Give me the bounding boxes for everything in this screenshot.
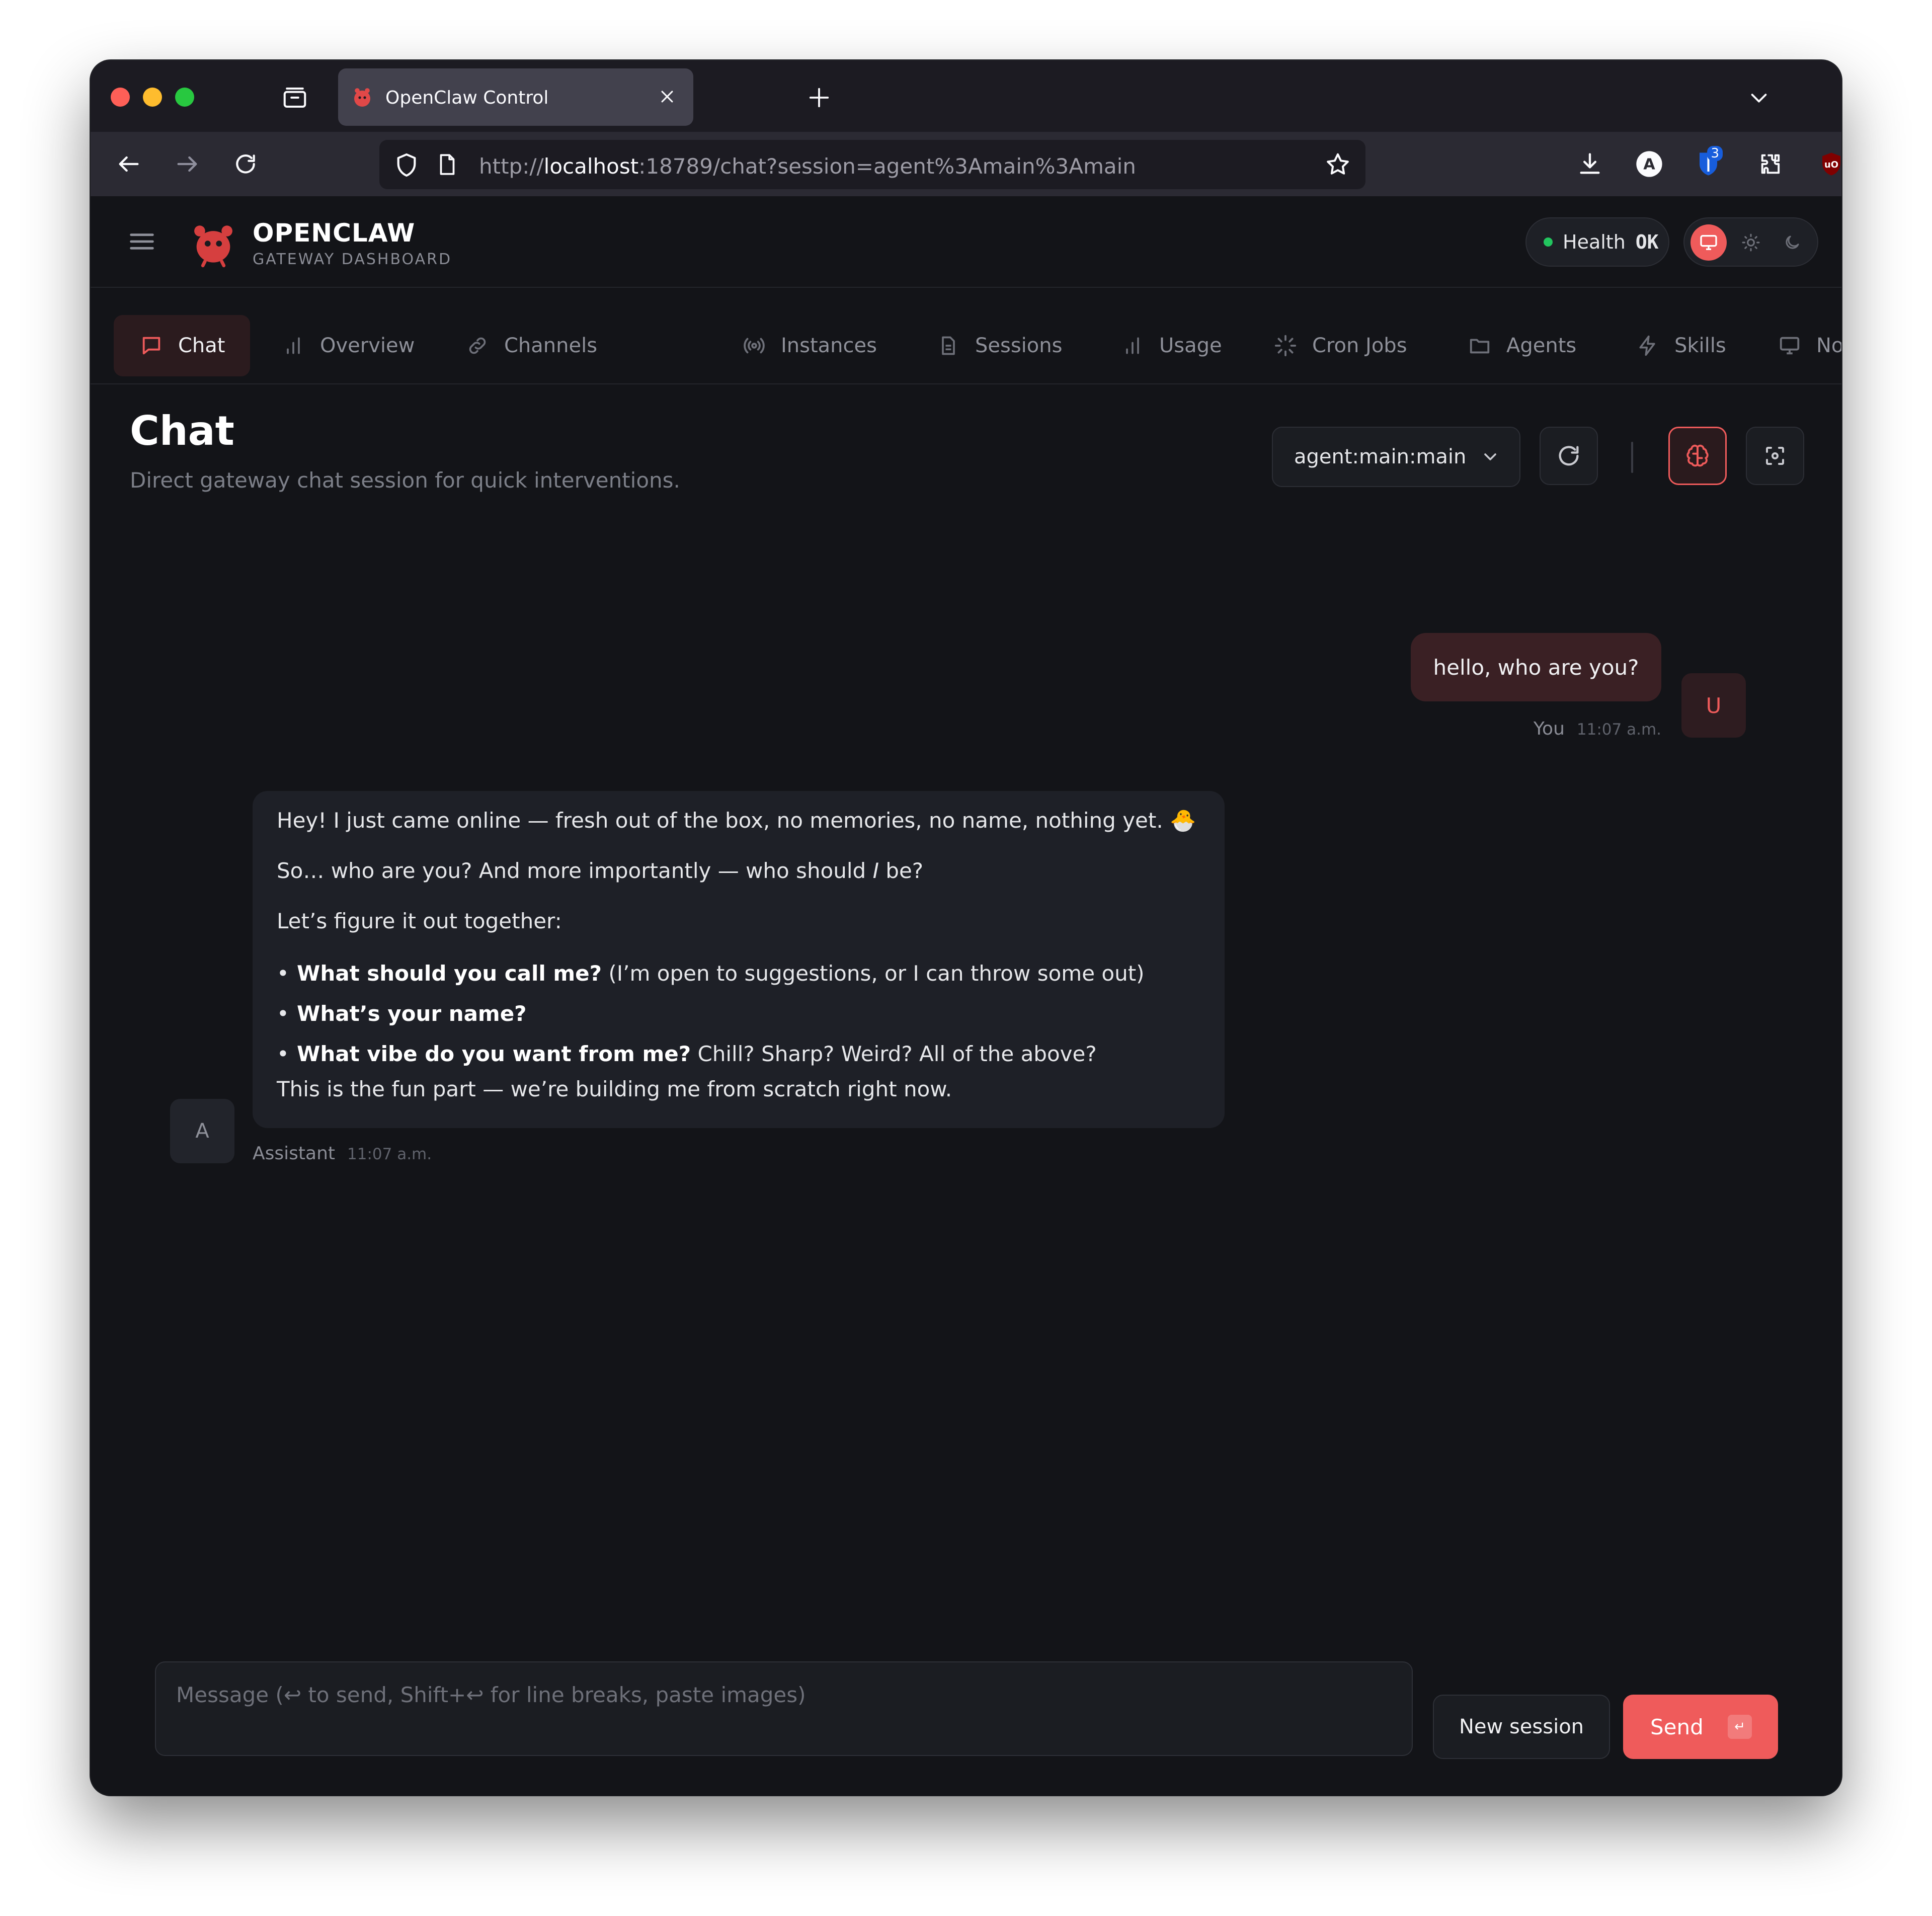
assistant-line-1: Hey! I just came online — fresh out of t… [277, 808, 1196, 833]
list-item: What’s your name? [277, 1003, 527, 1024]
tab-chat[interactable]: Chat [114, 315, 251, 376]
document-icon [936, 333, 961, 358]
brand-subtitle: GATEWAY DASHBOARD [253, 251, 452, 268]
tab-instances[interactable]: Instances [716, 315, 902, 376]
assistant-line-2: So… who are you? And more importantly — … [277, 858, 924, 883]
tab-cron-jobs[interactable]: Cron Jobs [1248, 315, 1432, 376]
theme-light-sun-icon[interactable] [1733, 224, 1769, 261]
link-icon [465, 333, 490, 358]
user-message-sender: You [1533, 718, 1565, 739]
health-status-dot [1544, 237, 1553, 247]
message-input[interactable] [155, 1661, 1413, 1756]
assistant-closing-line: This is the fun part — we’re building me… [277, 1077, 952, 1101]
browser-toolbar: http://localhost:18789/chat?session=agen… [91, 132, 1841, 196]
page-title: Chat [130, 408, 234, 454]
health-label: Health [1563, 231, 1626, 253]
loader-icon [1273, 333, 1298, 358]
assistant-message-meta: Assistant 11:07 a.m. [253, 1143, 432, 1164]
tab-overview[interactable]: Overview [256, 315, 440, 376]
close-tab-icon[interactable] [654, 84, 680, 110]
folder-icon [1467, 333, 1492, 358]
browser-tab-active[interactable]: OpenClaw Control [338, 68, 693, 126]
chevron-down-icon [1480, 447, 1500, 467]
new-tab-icon[interactable] [804, 83, 834, 113]
zoom-window-button[interactable] [175, 88, 194, 107]
assistant-message-bubble: Hey! I just came online — fresh out of t… [253, 791, 1225, 1128]
theme-dark-moon-icon[interactable] [1774, 224, 1810, 261]
theme-switcher [1683, 217, 1818, 267]
focus-mode-button[interactable] [1746, 427, 1804, 485]
app-header: OPENCLAW GATEWAY DASHBOARD Health OK [91, 196, 1841, 288]
thinking-toggle-button[interactable] [1668, 427, 1727, 485]
refresh-button[interactable] [1540, 427, 1598, 485]
user-message-time: 11:07 a.m. [1576, 721, 1661, 739]
tab-agents[interactable]: Agents [1442, 315, 1601, 376]
page-subtitle: Direct gateway chat session for quick in… [130, 468, 680, 493]
health-value: OK [1635, 231, 1659, 253]
focus-scan-icon [1766, 447, 1784, 465]
openclaw-favicon-icon [350, 86, 374, 110]
url-text[interactable]: http://localhost:18789/chat?session=agen… [479, 154, 1136, 179]
bar-chart-icon [281, 333, 306, 358]
url-bar[interactable]: http://localhost:18789/chat?session=agen… [379, 140, 1365, 189]
tab-channels[interactable]: Channels [440, 315, 622, 376]
chat-icon [139, 333, 164, 358]
minimize-window-button[interactable] [143, 88, 162, 107]
theme-system-button[interactable] [1691, 224, 1727, 261]
user-message-bubble: hello, who are you? [1411, 633, 1661, 701]
toolbar-divider [1631, 442, 1633, 473]
brain-icon [1686, 444, 1709, 467]
svg-text:A: A [1643, 156, 1655, 174]
session-select[interactable]: agent:main:main [1272, 427, 1520, 487]
nav-tabs: Chat Overview Channels Instances Session… [91, 288, 1841, 384]
list-item: What should you call me? (I’m open to su… [277, 963, 1145, 984]
list-item: What vibe do you want from me? Chill? Sh… [277, 1044, 1097, 1065]
page-info-icon[interactable] [435, 152, 460, 177]
send-button[interactable]: Send ↵ [1623, 1695, 1778, 1759]
downloads-icon[interactable] [1575, 149, 1605, 179]
brand-name: OPENCLAW [253, 218, 416, 248]
send-button-label: Send [1650, 1714, 1704, 1739]
broadcast-icon [742, 333, 767, 358]
bitwarden-extension-icon[interactable]: 3 [1695, 146, 1725, 179]
close-window-button[interactable] [111, 88, 130, 107]
tab-overview-icon[interactable] [280, 83, 310, 113]
list-tabs-chevron-down-icon[interactable] [1744, 83, 1774, 113]
openclaw-logo-icon [188, 217, 238, 268]
tab-sessions[interactable]: Sessions [911, 315, 1087, 376]
back-arrow-icon[interactable] [114, 149, 144, 179]
user-message-meta: You 11:07 a.m. [1534, 718, 1661, 739]
extensions-puzzle-icon[interactable] [1756, 149, 1786, 179]
tab-skills[interactable]: Skills [1610, 315, 1751, 376]
user-message-text: hello, who are you? [1433, 655, 1639, 680]
tab-usage[interactable]: Usage [1095, 315, 1247, 376]
tab-nodes[interactable]: Nodes [1752, 315, 1841, 376]
tab-title: OpenClaw Control [385, 88, 549, 108]
bar-chart-icon [1120, 333, 1145, 358]
lightning-icon [1635, 333, 1660, 358]
sidebar-menu-icon[interactable] [126, 225, 158, 258]
new-session-button[interactable]: New session [1433, 1695, 1610, 1759]
account-avatar-icon[interactable]: A [1634, 149, 1664, 179]
bookmark-star-icon[interactable] [1324, 151, 1351, 178]
extension-badge-count: 3 [1707, 146, 1723, 161]
enter-key-icon: ↵ [1728, 1715, 1752, 1739]
health-status-pill: Health OK [1525, 217, 1669, 267]
assistant-avatar: A [170, 1099, 234, 1163]
reload-icon[interactable] [230, 149, 261, 179]
assistant-message-time: 11:07 a.m. [347, 1145, 432, 1163]
assistant-message-sender: Assistant [253, 1143, 336, 1164]
user-avatar: U [1681, 673, 1746, 738]
ublock-shield-icon[interactable]: uO [1816, 149, 1841, 179]
forward-arrow-icon[interactable] [172, 149, 202, 179]
tracking-shield-icon[interactable] [392, 151, 421, 179]
assistant-line-3: Let’s figure it out together: [277, 909, 562, 933]
browser-tab-strip: OpenClaw Control [91, 60, 1841, 132]
browser-window: OpenClaw Control http://localhost:18789/… [91, 60, 1841, 1795]
refresh-icon [1559, 446, 1579, 466]
session-select-value: agent:main:main [1294, 445, 1467, 468]
monitor-icon [1777, 333, 1802, 358]
svg-text:uO: uO [1824, 159, 1838, 170]
